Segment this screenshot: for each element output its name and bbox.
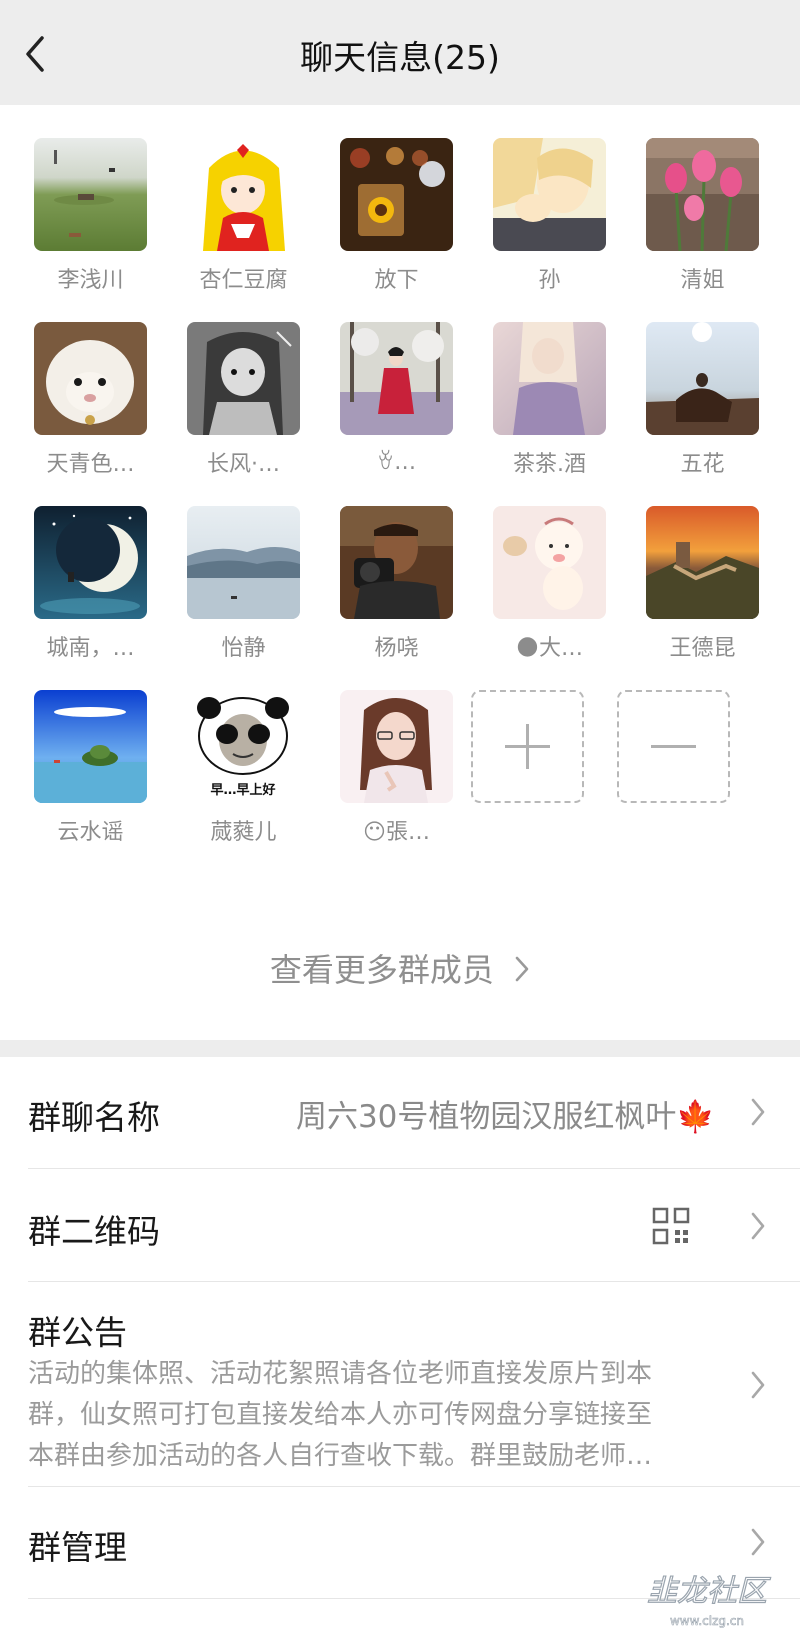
avatar-caption: 早…早上好 xyxy=(210,782,275,798)
chevron-right-icon xyxy=(751,1528,765,1556)
group-notice-label: 群公告 xyxy=(28,1313,127,1352)
member-item[interactable]: 五花 xyxy=(626,322,776,497)
member-name: 五花 xyxy=(680,452,725,477)
member-item[interactable]: 孙 xyxy=(473,138,623,313)
member-avatar xyxy=(340,138,453,251)
member-avatar xyxy=(34,138,147,251)
member-name: 城南，… xyxy=(46,636,135,661)
member-grid: 李浅川 杏仁豆腐 放下 孙 清姐 天青色… 长风·… ꈊ… 茶茶.酒 五花 城南… xyxy=(0,105,800,1040)
page-title: 聊天信息(25) xyxy=(300,38,500,77)
notice-line: 本群由参加活动的各人自行查收下载。群里鼓励老师… xyxy=(28,1441,653,1471)
member-name: 蒇蕤儿 xyxy=(210,820,277,845)
member-name: 李浅川 xyxy=(57,268,124,293)
member-item[interactable]: ꈊ… xyxy=(320,322,470,497)
member-avatar xyxy=(340,322,453,435)
member-avatar xyxy=(187,322,300,435)
member-avatar xyxy=(34,690,147,803)
member-avatar xyxy=(493,322,606,435)
member-item[interactable]: 长风·… xyxy=(167,322,317,497)
qr-code-icon xyxy=(652,1207,690,1245)
member-item[interactable]: 城南，… xyxy=(14,506,164,681)
site-watermark: 韭龙社区 www.clzg.cn xyxy=(646,1573,771,1628)
member-item[interactable]: 🌑大… xyxy=(473,506,623,681)
member-name: 云水谣 xyxy=(57,820,124,845)
group-name-value: 周六30号植物园汉服红枫叶🍁 xyxy=(295,1099,715,1135)
member-avatar: 早…早上好 xyxy=(187,690,300,803)
group-qr-code-row[interactable]: 群二维码 xyxy=(0,1169,800,1282)
view-more-members-label: 查看更多群成员 xyxy=(269,951,494,989)
member-avatar xyxy=(34,322,147,435)
member-item[interactable]: 杏仁豆腐 xyxy=(167,138,317,313)
minus-icon xyxy=(651,745,696,748)
member-item[interactable]: 杨哓 xyxy=(320,506,470,681)
member-avatar xyxy=(493,138,606,251)
member-name: 放下 xyxy=(374,268,419,293)
watermark-text: 韭龙社区 xyxy=(647,1574,771,1609)
group-notice-text: 活动的集体照、活动花絮照请各位老师直接发原片到本 群，仙女照可打包直接发给本人亦… xyxy=(28,1354,718,1477)
chevron-right-icon xyxy=(751,1371,765,1399)
member-avatar xyxy=(187,138,300,251)
member-name: 杏仁豆腐 xyxy=(199,268,288,293)
member-name: 😶張… xyxy=(363,820,430,845)
member-name: 杨哓 xyxy=(374,636,419,661)
member-name: ꈊ… xyxy=(376,450,417,475)
member-name: 孙 xyxy=(538,268,561,293)
remove-member-button[interactable] xyxy=(617,690,730,803)
watermark-url: www.clzg.cn xyxy=(670,1614,744,1628)
member-name: 长风·… xyxy=(207,452,280,477)
notice-line: 活动的集体照、活动花絮照请各位老师直接发原片到本 xyxy=(28,1359,653,1389)
member-item[interactable]: 😶張… xyxy=(320,690,470,865)
chevron-right-icon xyxy=(751,1212,765,1240)
member-avatar xyxy=(340,506,453,619)
group-notice-row[interactable]: 群公告 活动的集体照、活动花絮照请各位老师直接发原片到本 群，仙女照可打包直接发… xyxy=(0,1282,800,1487)
view-more-members-link[interactable]: 查看更多群成员 xyxy=(0,945,800,995)
member-item[interactable]: 清姐 xyxy=(626,138,776,313)
member-name: 天青色… xyxy=(46,452,135,477)
member-avatar xyxy=(34,506,147,619)
member-name: 清姐 xyxy=(680,268,725,293)
section-separator xyxy=(0,1040,800,1057)
member-name: 茶茶.酒 xyxy=(513,452,586,477)
group-qr-code-label: 群二维码 xyxy=(28,1212,160,1251)
member-avatar xyxy=(646,506,759,619)
member-avatar xyxy=(340,690,453,803)
nav-bar: 聊天信息(25) xyxy=(0,0,800,105)
member-avatar xyxy=(493,506,606,619)
member-item[interactable]: 茶茶.酒 xyxy=(473,322,623,497)
member-name: 怡静 xyxy=(221,636,266,661)
plus-icon xyxy=(505,724,550,769)
member-item[interactable]: 早…早上好 蒇蕤儿 xyxy=(167,690,317,865)
member-avatar xyxy=(187,506,300,619)
member-item[interactable]: 天青色… xyxy=(14,322,164,497)
member-item[interactable]: 云水谣 xyxy=(14,690,164,865)
group-name-row[interactable]: 群聊名称 周六30号植物园汉服红枫叶🍁 xyxy=(0,1057,800,1169)
member-item[interactable]: 放下 xyxy=(320,138,470,313)
member-item[interactable]: 王德昆 xyxy=(626,506,776,681)
member-avatar xyxy=(646,322,759,435)
member-name: 王德昆 xyxy=(669,636,736,661)
chevron-right-icon xyxy=(515,956,529,982)
group-name-label: 群聊名称 xyxy=(28,1098,160,1137)
group-manage-label: 群管理 xyxy=(28,1528,127,1567)
member-item[interactable]: 怡静 xyxy=(167,506,317,681)
member-item[interactable]: 李浅川 xyxy=(14,138,164,313)
member-name: 🌑大… xyxy=(516,636,583,661)
add-member-button[interactable] xyxy=(471,690,584,803)
chevron-right-icon xyxy=(751,1098,765,1126)
member-avatar xyxy=(646,138,759,251)
notice-line: 群，仙女照可打包直接发给本人亦可传网盘分享链接至 xyxy=(28,1400,653,1430)
